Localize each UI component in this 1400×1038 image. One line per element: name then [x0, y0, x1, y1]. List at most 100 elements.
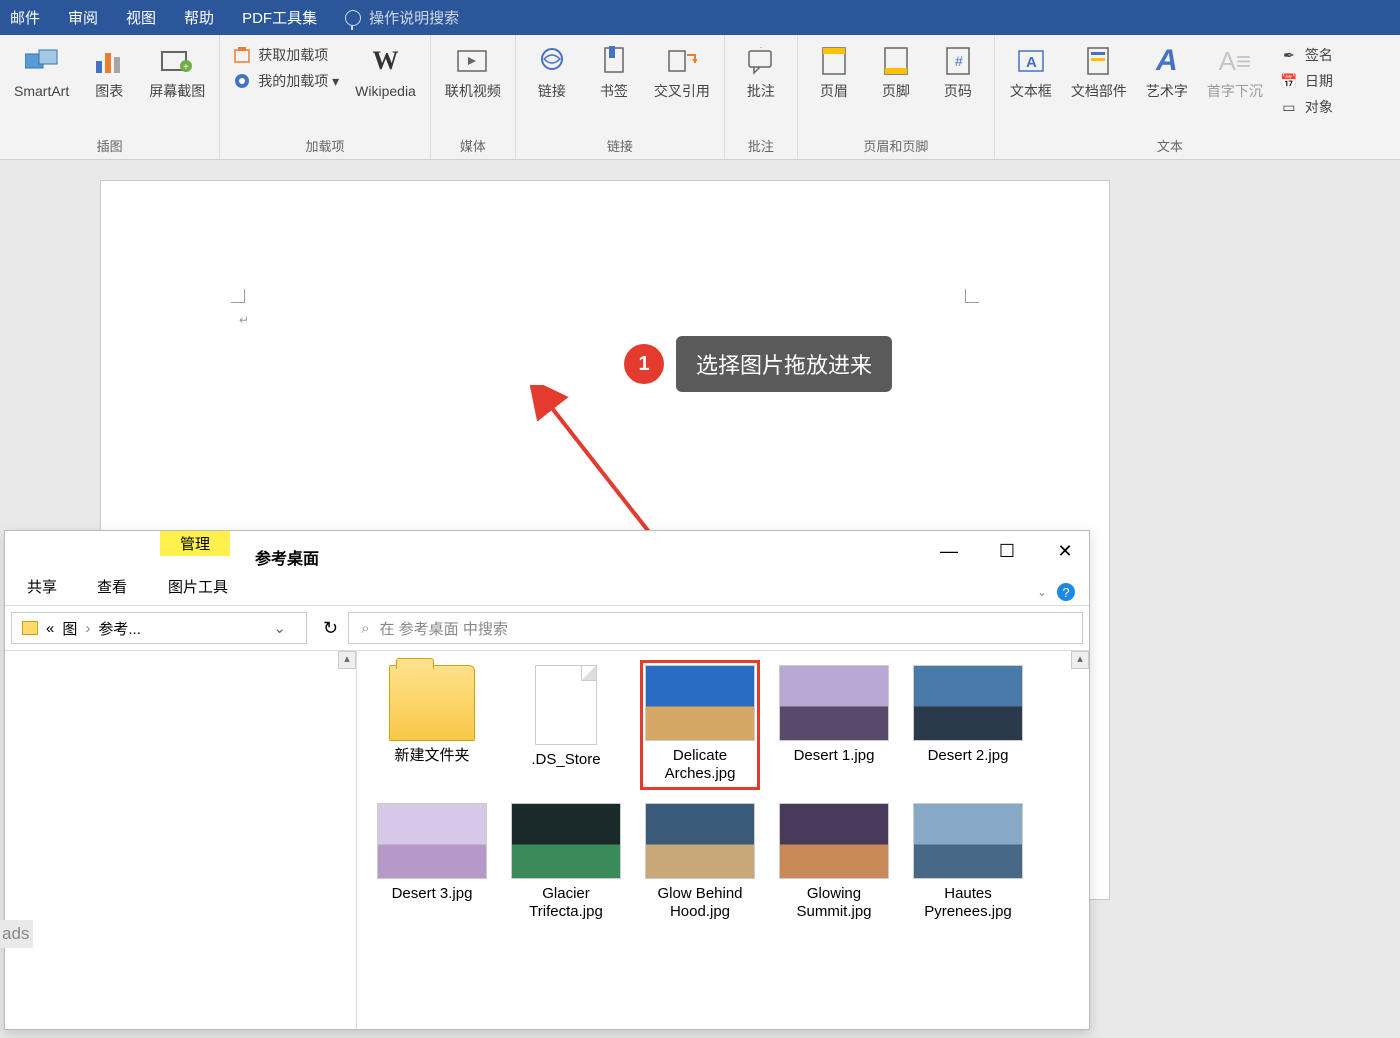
- menubar-item[interactable]: 邮件: [10, 7, 40, 28]
- crossref-button[interactable]: 交叉引用: [648, 39, 716, 104]
- file-item[interactable]: Glow Behind Hood.jpg: [645, 803, 755, 921]
- menubar-item[interactable]: PDF工具集: [242, 7, 317, 28]
- margin-corner-icon: [965, 289, 979, 303]
- file-item[interactable]: Glowing Summit.jpg: [779, 803, 889, 921]
- file-item[interactable]: Delicate Arches.jpg: [645, 665, 755, 785]
- close-button[interactable]: ✕: [1051, 541, 1079, 562]
- object-button[interactable]: ▭ 对象: [1279, 97, 1333, 117]
- ribbon-group-label: 链接: [524, 134, 716, 157]
- wikipedia-icon: W: [368, 43, 404, 79]
- online-video-button[interactable]: 联机视频: [439, 39, 507, 104]
- file-item[interactable]: Desert 1.jpg: [779, 665, 889, 785]
- breadcrumb-part[interactable]: 参考...: [98, 618, 141, 639]
- file-name: .DS_Store: [531, 751, 600, 769]
- breadcrumb-separator-icon: ›: [85, 620, 90, 637]
- navigation-pane[interactable]: ▴: [5, 651, 357, 1029]
- svg-text:+: +: [757, 47, 765, 52]
- footer-button[interactable]: 页脚: [868, 39, 924, 104]
- file-name: Desert 3.jpg: [392, 885, 473, 903]
- store-icon: [232, 45, 252, 65]
- comment-button[interactable]: + 批注: [733, 39, 789, 104]
- file-item[interactable]: Hautes Pyrenees.jpg: [913, 803, 1023, 921]
- ribbon-group-media: 联机视频 媒体: [431, 35, 516, 159]
- contextual-tab-manage[interactable]: 管理: [160, 531, 230, 556]
- signature-button[interactable]: ✒ 签名: [1279, 45, 1333, 65]
- menubar-item[interactable]: 帮助: [184, 7, 214, 28]
- step-badge: 1: [624, 344, 664, 384]
- crossref-icon: [664, 43, 700, 79]
- link-button[interactable]: 链接: [524, 39, 580, 104]
- screenshot-icon: +: [159, 43, 195, 79]
- date-button[interactable]: 📅 日期: [1279, 71, 1333, 91]
- wordart-button[interactable]: A 艺术字: [1139, 39, 1195, 104]
- my-addins-button[interactable]: 我的加载项 ▾: [232, 71, 339, 91]
- folder-icon: [22, 621, 38, 635]
- file-name: Glacier Trifecta.jpg: [511, 885, 621, 921]
- tell-me-search[interactable]: 操作说明搜索: [345, 7, 459, 28]
- ribbon-group-label: 媒体: [439, 134, 507, 157]
- scroll-up-icon[interactable]: ▴: [1071, 651, 1089, 669]
- tab-share[interactable]: 共享: [23, 572, 61, 601]
- ribbon-group-label: 插图: [8, 134, 211, 157]
- link-icon: [534, 43, 570, 79]
- help-icon[interactable]: ?: [1057, 583, 1075, 601]
- refresh-button[interactable]: ↻: [313, 606, 348, 650]
- address-dropdown-icon[interactable]: ⌄: [263, 619, 296, 637]
- ribbon-group-label: 批注: [733, 134, 789, 157]
- file-item[interactable]: Glacier Trifecta.jpg: [511, 803, 621, 921]
- bookmark-button[interactable]: 书签: [586, 39, 642, 104]
- address-bar[interactable]: « 图 › 参考... ⌄: [11, 612, 307, 644]
- header-button[interactable]: 页眉: [806, 39, 862, 104]
- parts-button[interactable]: 文档部件: [1065, 39, 1133, 104]
- object-icon: ▭: [1279, 97, 1299, 117]
- get-addins-button[interactable]: 获取加载项: [232, 45, 339, 65]
- wikipedia-button[interactable]: W Wikipedia: [349, 39, 422, 104]
- image-thumb: [779, 665, 889, 741]
- screenshot-button[interactable]: + 屏幕截图: [143, 39, 211, 104]
- file-list: ▴ 新建文件夹 .DS_Store Delicate Arches.jpg Deser…: [357, 651, 1089, 1029]
- svg-text:#: #: [955, 53, 963, 69]
- folder-thumb-icon: [389, 665, 475, 741]
- minimize-button[interactable]: —: [935, 541, 963, 562]
- blank-file-icon: [535, 665, 597, 745]
- wordart-icon: A: [1149, 43, 1185, 79]
- ribbon-collapse-icon[interactable]: ⌄: [1037, 585, 1047, 599]
- file-item[interactable]: 新建文件夹: [377, 665, 487, 785]
- scroll-up-icon[interactable]: ▴: [338, 651, 356, 669]
- smartart-button[interactable]: SmartArt: [8, 39, 75, 104]
- file-name: Delicate Arches.jpg: [645, 747, 755, 783]
- svg-text:+: +: [183, 62, 189, 73]
- window-title: 参考桌面: [255, 545, 319, 569]
- dropcap-button[interactable]: A≡ 首字下沉: [1201, 39, 1269, 104]
- file-item[interactable]: .DS_Store: [511, 665, 621, 785]
- ribbon-group-label: 加载项: [228, 134, 422, 157]
- file-name: Hautes Pyrenees.jpg: [913, 885, 1023, 921]
- video-icon: [455, 43, 491, 79]
- tab-view[interactable]: 查看: [93, 572, 131, 601]
- parts-icon: [1081, 43, 1117, 79]
- paragraph-mark-icon: ↵: [239, 313, 249, 327]
- word-menubar: 邮件 审阅 视图 帮助 PDF工具集 操作说明搜索: [0, 0, 1400, 35]
- annotation-callout: 1 选择图片拖放进来: [624, 336, 892, 392]
- svg-text:A: A: [1026, 54, 1037, 71]
- menubar-item[interactable]: 审阅: [68, 7, 98, 28]
- breadcrumb-part[interactable]: 图: [62, 618, 77, 639]
- ribbon-group-illustrations: SmartArt 图表 + 屏幕截图 插图: [0, 35, 220, 159]
- chart-button[interactable]: 图表: [81, 39, 137, 104]
- image-thumb: [511, 803, 621, 879]
- explorer-search[interactable]: ⌕ 在 参考桌面 中搜索: [348, 612, 1083, 644]
- dropcap-icon: A≡: [1217, 43, 1253, 79]
- pagenum-button[interactable]: # 页码: [930, 39, 986, 104]
- tab-picture-tools[interactable]: 图片工具: [158, 572, 238, 601]
- menubar-item[interactable]: 视图: [126, 7, 156, 28]
- file-item[interactable]: Desert 2.jpg: [913, 665, 1023, 785]
- file-item[interactable]: Desert 3.jpg: [377, 803, 487, 921]
- ribbon-group-text: A 文本框 文档部件 A 艺术字 A≡ 首字下沉 ✒ 签名: [995, 35, 1345, 159]
- signature-icon: ✒: [1279, 45, 1299, 65]
- maximize-button[interactable]: ☐: [993, 541, 1021, 562]
- image-thumb: [779, 803, 889, 879]
- comment-icon: +: [743, 43, 779, 79]
- textbox-button[interactable]: A 文本框: [1003, 39, 1059, 104]
- search-icon: ⌕: [361, 620, 369, 637]
- chart-icon: [91, 43, 127, 79]
